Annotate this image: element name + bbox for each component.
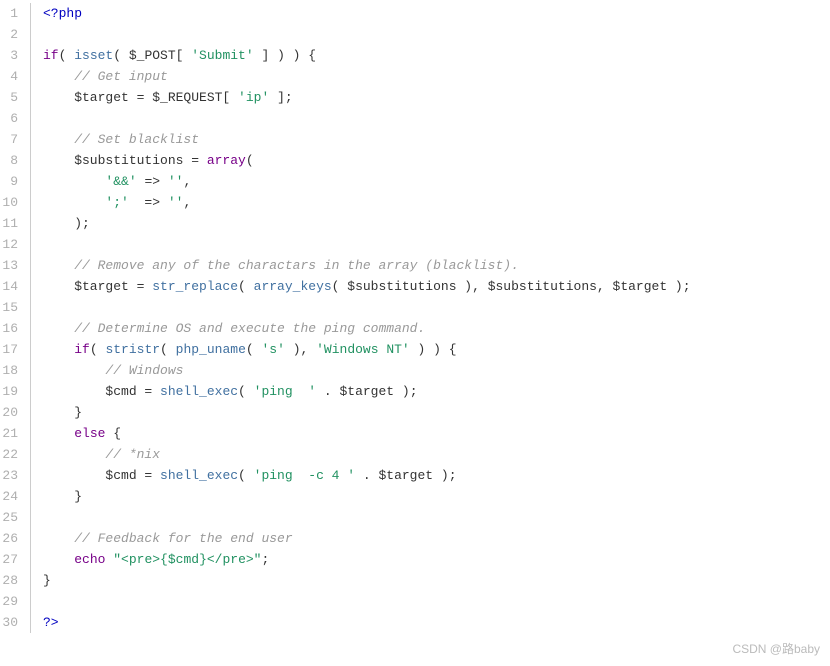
line-number: 19 [0, 381, 22, 402]
line-number: 20 [0, 402, 22, 423]
line-number: 29 [0, 591, 22, 612]
line-number: 10 [0, 192, 22, 213]
code-line: ?> [43, 612, 691, 633]
code-line: if( stristr( php_uname( 's' ), 'Windows … [43, 339, 691, 360]
line-number: 16 [0, 318, 22, 339]
code-area: <?php if( isset( $_POST[ 'Submit' ] ) ) … [31, 3, 691, 633]
code-line: // Get input [43, 66, 691, 87]
line-number: 27 [0, 549, 22, 570]
code-line: // Windows [43, 360, 691, 381]
line-number: 22 [0, 444, 22, 465]
code-line [43, 108, 691, 129]
line-number: 21 [0, 423, 22, 444]
line-number: 25 [0, 507, 22, 528]
code-line [43, 507, 691, 528]
code-line: $target = $_REQUEST[ 'ip' ]; [43, 87, 691, 108]
code-line: $target = str_replace( array_keys( $subs… [43, 276, 691, 297]
code-line: echo "<pre>{$cmd}</pre>"; [43, 549, 691, 570]
code-line [43, 591, 691, 612]
line-number: 15 [0, 297, 22, 318]
code-line: // Set blacklist [43, 129, 691, 150]
code-line: ';' => '', [43, 192, 691, 213]
code-line: $cmd = shell_exec( 'ping -c 4 ' . $targe… [43, 465, 691, 486]
code-line: $substitutions = array( [43, 150, 691, 171]
line-number: 6 [0, 108, 22, 129]
code-line: // Feedback for the end user [43, 528, 691, 549]
line-number: 24 [0, 486, 22, 507]
line-number: 7 [0, 129, 22, 150]
line-number: 9 [0, 171, 22, 192]
line-number: 5 [0, 87, 22, 108]
line-number: 12 [0, 234, 22, 255]
code-line [43, 297, 691, 318]
code-line: // Remove any of the charactars in the a… [43, 255, 691, 276]
code-line: $cmd = shell_exec( 'ping ' . $target ); [43, 381, 691, 402]
line-number: 17 [0, 339, 22, 360]
code-line: } [43, 486, 691, 507]
code-editor: 1234567891011121314151617181920212223242… [0, 0, 830, 633]
code-line: // Determine OS and execute the ping com… [43, 318, 691, 339]
line-number: 11 [0, 213, 22, 234]
line-number-gutter: 1234567891011121314151617181920212223242… [0, 3, 31, 633]
code-line [43, 234, 691, 255]
line-number: 30 [0, 612, 22, 633]
line-number: 4 [0, 66, 22, 87]
line-number: 8 [0, 150, 22, 171]
code-line: <?php [43, 3, 691, 24]
line-number: 26 [0, 528, 22, 549]
line-number: 18 [0, 360, 22, 381]
code-line: } [43, 570, 691, 591]
line-number: 23 [0, 465, 22, 486]
code-line: else { [43, 423, 691, 444]
code-line: if( isset( $_POST[ 'Submit' ] ) ) { [43, 45, 691, 66]
line-number: 28 [0, 570, 22, 591]
watermark: CSDN @路baby [0, 633, 830, 666]
line-number: 3 [0, 45, 22, 66]
code-line: } [43, 402, 691, 423]
code-line [43, 24, 691, 45]
code-line: ); [43, 213, 691, 234]
code-line: // *nix [43, 444, 691, 465]
line-number: 14 [0, 276, 22, 297]
line-number: 2 [0, 24, 22, 45]
line-number: 13 [0, 255, 22, 276]
line-number: 1 [0, 3, 22, 24]
code-line: '&&' => '', [43, 171, 691, 192]
